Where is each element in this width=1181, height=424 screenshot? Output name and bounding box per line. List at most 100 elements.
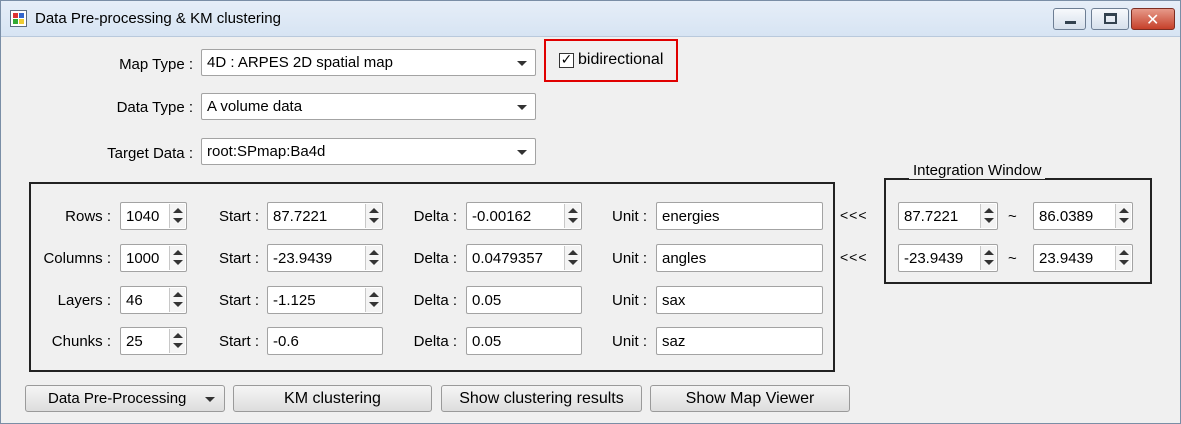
data-type-value: A volume data: [207, 98, 303, 115]
maximize-button[interactable]: [1091, 8, 1129, 30]
spinner-arrows-icon[interactable]: [365, 288, 381, 312]
rows-start-label: Start :: [218, 208, 259, 225]
spinner-arrows-icon[interactable]: [1115, 246, 1131, 270]
target-data-select[interactable]: root:SPmap:Ba4d: [201, 138, 536, 165]
chunks-start-field[interactable]: -0.6: [267, 327, 383, 355]
chunks-unit-label: Unit :: [611, 333, 647, 350]
layers-label: Layers :: [57, 292, 111, 309]
columns-start-stepper[interactable]: -23.9439: [267, 244, 383, 272]
bidirectional-checkbox[interactable]: ✓: [559, 53, 574, 68]
rows-unit-field[interactable]: energies: [656, 202, 823, 230]
rows-start-stepper[interactable]: 87.7221: [267, 202, 383, 230]
layers-delta-value: 0.05: [472, 292, 502, 309]
close-button[interactable]: ✕: [1131, 8, 1175, 30]
columns-count-value: 1000: [126, 250, 160, 267]
integration-columns-from-stepper[interactable]: -23.9439: [898, 244, 998, 272]
rows-delta-label: Delta :: [413, 208, 457, 225]
integration-rows-to-stepper[interactable]: 86.0389: [1033, 202, 1133, 230]
columns-unit-value: angles: [662, 250, 707, 267]
rows-unit-label: Unit :: [611, 208, 647, 225]
spinner-arrows-icon[interactable]: [564, 246, 580, 270]
target-data-value: root:SPmap:Ba4d: [207, 143, 326, 160]
integration-columns-to-value: 23.9439: [1039, 250, 1094, 267]
copy-columns-to-window-button[interactable]: <<<: [840, 249, 868, 265]
columns-unit-label: Unit :: [611, 250, 647, 267]
data-type-label: Data Type :: [116, 99, 193, 116]
map-type-label: Map Type :: [119, 56, 193, 73]
rows-delta-stepper[interactable]: -0.00162: [466, 202, 582, 230]
rows-count-stepper[interactable]: 1040: [120, 202, 187, 230]
chunks-label: Chunks :: [51, 333, 111, 350]
rows-label: Rows :: [65, 208, 111, 225]
data-preprocessing-label: Data Pre-Processing: [48, 390, 187, 407]
spinner-arrows-icon[interactable]: [169, 246, 185, 270]
integration-rows-to-value: 86.0389: [1039, 208, 1094, 225]
show-map-viewer-button[interactable]: Show Map Viewer: [650, 385, 850, 412]
columns-start-value: -23.9439: [273, 250, 333, 267]
spinner-arrows-icon[interactable]: [1115, 204, 1131, 228]
chevron-down-icon: [205, 397, 215, 402]
integration-columns-from-value: -23.9439: [904, 250, 964, 267]
title-bar[interactable]: Data Pre-processing & KM clustering ✕: [1, 1, 1180, 37]
spinner-arrows-icon[interactable]: [169, 329, 185, 353]
spinner-arrows-icon[interactable]: [980, 246, 996, 270]
layers-start-stepper[interactable]: -1.125: [267, 286, 383, 314]
columns-count-stepper[interactable]: 1000: [120, 244, 187, 272]
layers-start-label: Start :: [218, 292, 259, 309]
columns-label: Columns :: [43, 250, 111, 267]
spinner-arrows-icon[interactable]: [564, 204, 580, 228]
chevron-down-icon: [517, 105, 527, 110]
columns-start-label: Start :: [218, 250, 259, 267]
layers-unit-field[interactable]: sax: [656, 286, 823, 314]
chunks-delta-label: Delta :: [413, 333, 457, 350]
columns-delta-label: Delta :: [413, 250, 457, 267]
chunks-count-stepper[interactable]: 25: [120, 327, 187, 355]
show-clustering-results-button[interactable]: Show clustering results: [441, 385, 642, 412]
range-separator: ~: [1008, 208, 1017, 225]
bidirectional-label[interactable]: bidirectional: [578, 51, 663, 69]
spinner-arrows-icon[interactable]: [980, 204, 996, 228]
close-icon: ✕: [1146, 10, 1160, 29]
target-data-label: Target Data :: [107, 145, 193, 162]
chunks-delta-value: 0.05: [472, 333, 502, 350]
columns-unit-field[interactable]: angles: [656, 244, 823, 272]
maximize-icon: [1104, 13, 1117, 24]
map-type-value: 4D : ARPES 2D spatial map: [207, 54, 393, 71]
chunks-start-value: -0.6: [273, 333, 299, 350]
app-icon: [10, 10, 27, 27]
dialog-window: Data Pre-processing & KM clustering ✕ Ma…: [0, 0, 1181, 424]
integration-columns-to-stepper[interactable]: 23.9439: [1033, 244, 1133, 272]
copy-rows-to-window-button[interactable]: <<<: [840, 207, 868, 223]
chunks-unit-field[interactable]: saz: [656, 327, 823, 355]
integration-rows-from-stepper[interactable]: 87.7221: [898, 202, 998, 230]
data-preprocessing-menu-button[interactable]: Data Pre-Processing: [25, 385, 225, 412]
spinner-arrows-icon[interactable]: [169, 288, 185, 312]
chunks-start-label: Start :: [218, 333, 259, 350]
layers-delta-label: Delta :: [413, 292, 457, 309]
columns-delta-stepper[interactable]: 0.0479357: [466, 244, 582, 272]
chunks-delta-field[interactable]: 0.05: [466, 327, 582, 355]
spinner-arrows-icon[interactable]: [169, 204, 185, 228]
chevron-down-icon: [517, 61, 527, 66]
rows-delta-value: -0.00162: [472, 208, 532, 225]
map-type-select[interactable]: 4D : ARPES 2D spatial map: [201, 49, 536, 76]
spinner-arrows-icon[interactable]: [365, 246, 381, 270]
layers-count-value: 46: [126, 292, 143, 309]
integration-window-title: Integration Window: [909, 162, 1046, 179]
layers-count-stepper[interactable]: 46: [120, 286, 187, 314]
chevron-down-icon: [517, 150, 527, 155]
rows-start-value: 87.7221: [273, 208, 328, 225]
layers-delta-field[interactable]: 0.05: [466, 286, 582, 314]
layers-start-value: -1.125: [273, 292, 316, 309]
minimize-button[interactable]: [1053, 8, 1086, 30]
columns-delta-value: 0.0479357: [472, 250, 543, 267]
layers-unit-value: sax: [662, 292, 686, 309]
chunks-unit-value: saz: [662, 333, 686, 350]
chunks-count-value: 25: [126, 333, 143, 350]
data-type-select[interactable]: A volume data: [201, 93, 536, 120]
spinner-arrows-icon[interactable]: [365, 204, 381, 228]
rows-count-value: 1040: [126, 208, 160, 225]
km-clustering-button[interactable]: KM clustering: [233, 385, 432, 412]
window-title: Data Pre-processing & KM clustering: [35, 10, 281, 27]
range-separator: ~: [1008, 250, 1017, 267]
